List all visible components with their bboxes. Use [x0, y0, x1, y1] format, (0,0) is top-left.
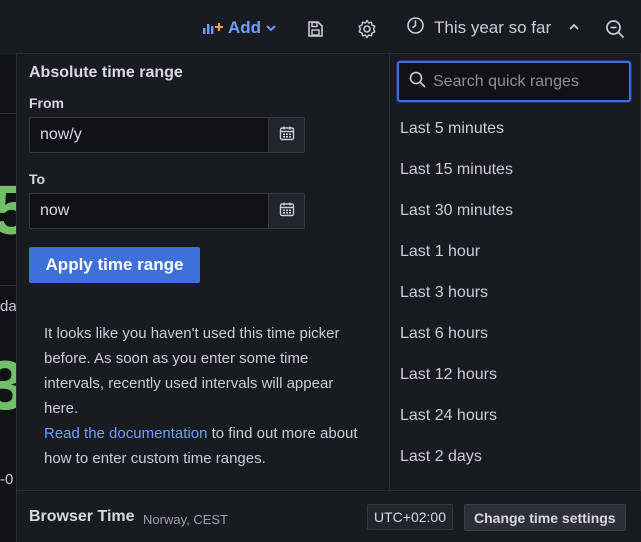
- panel-text-fragment: -0: [0, 471, 14, 488]
- search-icon: [409, 71, 426, 93]
- quick-range-item[interactable]: Last 30 minutes: [390, 190, 641, 231]
- panel-divider: [0, 113, 16, 114]
- save-icon: [306, 20, 324, 38]
- dashboard-settings-button[interactable]: [357, 14, 377, 44]
- quick-range-search-input[interactable]: [426, 72, 640, 91]
- save-dashboard-button[interactable]: [306, 14, 324, 44]
- add-button[interactable]: Add: [202, 13, 277, 43]
- quick-range-item[interactable]: Last 5 minutes: [390, 108, 641, 149]
- documentation-link[interactable]: Read the documentation: [44, 425, 207, 442]
- panel-text-fragment: da: [0, 298, 17, 315]
- gear-icon: [357, 19, 377, 39]
- from-field: [29, 117, 305, 153]
- to-input[interactable]: [30, 194, 268, 228]
- add-panel-icon: [202, 20, 224, 36]
- quick-range-item[interactable]: Last 24 hours: [390, 395, 641, 436]
- quick-ranges-pane: Last 5 minutes Last 15 minutes Last 30 m…: [389, 54, 641, 490]
- quick-range-item[interactable]: Last 1 hour: [390, 231, 641, 272]
- time-picker-help: It looks like you haven't used this time…: [44, 321, 359, 471]
- from-calendar-button[interactable]: [268, 118, 304, 152]
- from-label: From: [29, 95, 64, 111]
- time-range-picker-button[interactable]: This year so far: [406, 13, 580, 43]
- absolute-range-title: Absolute time range: [29, 64, 183, 81]
- panel-divider: [0, 285, 16, 286]
- add-button-label: Add: [228, 18, 262, 37]
- dashboard-toolbar: Add This year so far: [0, 0, 641, 55]
- quick-range-list: Last 5 minutes Last 15 minutes Last 30 m…: [390, 108, 641, 477]
- quick-range-item[interactable]: Last 15 minutes: [390, 149, 641, 190]
- quick-range-item[interactable]: Last 3 hours: [390, 272, 641, 313]
- chevron-up-icon: [568, 18, 580, 38]
- utc-offset-badge: UTC+02:00: [367, 504, 453, 530]
- quick-range-item[interactable]: Last 2 days: [390, 436, 641, 477]
- time-settings-footer: Browser Time Norway, CEST UTC+02:00 Chan…: [17, 490, 641, 542]
- timezone-location: Norway, CEST: [143, 512, 228, 527]
- calendar-icon: [279, 201, 295, 222]
- to-calendar-button[interactable]: [268, 194, 304, 228]
- quick-range-search: [397, 61, 640, 102]
- quick-range-item[interactable]: Last 12 hours: [390, 354, 641, 395]
- help-text: It looks like you haven't used this time…: [44, 325, 340, 417]
- time-range-label: This year so far: [434, 18, 552, 37]
- chevron-down-icon: [265, 22, 277, 34]
- absolute-range-pane: Absolute time range From To: [17, 54, 389, 490]
- timezone-label: Browser Time: [29, 508, 135, 525]
- time-picker-popover: Absolute time range From To: [16, 53, 641, 542]
- clock-icon: [406, 16, 425, 40]
- zoom-out-button[interactable]: [605, 14, 625, 44]
- calendar-icon: [279, 125, 295, 146]
- change-time-settings-button[interactable]: Change time settings: [464, 504, 626, 531]
- from-input[interactable]: [30, 118, 268, 152]
- quick-range-item[interactable]: Last 6 hours: [390, 313, 641, 354]
- to-label: To: [29, 171, 46, 187]
- zoom-out-icon: [605, 19, 625, 39]
- apply-time-range-button[interactable]: Apply time range: [29, 247, 200, 283]
- to-field: [29, 193, 305, 229]
